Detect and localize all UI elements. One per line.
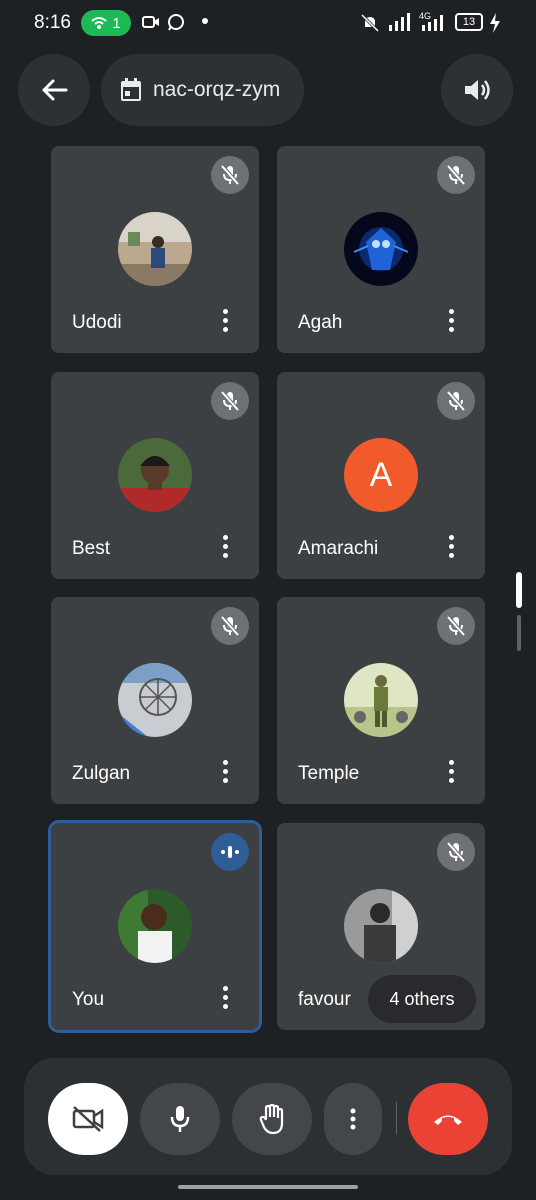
more-options-icon[interactable] [439, 306, 463, 334]
participant-tile[interactable]: Agah [277, 146, 485, 353]
video-notification-icon [142, 16, 159, 28]
participant-tile[interactable]: Zulgan [51, 597, 259, 804]
more-vert-icon [350, 1108, 356, 1130]
calendar-icon [121, 78, 141, 101]
mic-off-icon [437, 156, 475, 194]
participant-tile[interactable]: Udodi [51, 146, 259, 353]
battery-level: 13 [462, 16, 476, 28]
battery-indicator: 13 [455, 13, 483, 31]
raise-hand-button[interactable] [232, 1083, 312, 1155]
participant-name: You [72, 989, 105, 1010]
mic-icon [170, 1106, 190, 1132]
camera-toggle-button[interactable] [48, 1083, 128, 1155]
more-options-icon[interactable] [439, 532, 463, 560]
hotspot-icon [91, 17, 107, 29]
mic-off-icon [437, 833, 475, 871]
mic-off-icon [211, 156, 249, 194]
avatar [118, 212, 192, 286]
participant-tile[interactable]: favour 4 others [277, 823, 485, 1030]
participant-name: Temple [298, 763, 360, 784]
call-end-icon [434, 1115, 462, 1125]
mic-off-icon [211, 382, 249, 420]
divider [396, 1102, 397, 1134]
home-indicator[interactable] [178, 1185, 358, 1189]
video-off-icon [72, 1106, 104, 1132]
audio-output-button[interactable] [441, 54, 513, 126]
initial-avatar: A [344, 438, 418, 512]
call-controls-bar [24, 1058, 512, 1175]
avatar [344, 889, 418, 963]
end-call-button[interactable] [408, 1083, 488, 1155]
arrow-back-icon [42, 79, 68, 101]
more-options-icon[interactable] [213, 306, 237, 334]
more-options-button[interactable] [324, 1083, 382, 1155]
participant-name: Zulgan [72, 763, 131, 784]
avatar [344, 212, 418, 286]
participant-name: Amarachi [298, 538, 379, 559]
avatar [118, 663, 192, 737]
avatar [118, 438, 192, 512]
self-tile[interactable]: You [48, 820, 262, 1033]
volume-up-icon [465, 80, 490, 100]
avatar [344, 663, 418, 737]
more-options-icon[interactable] [213, 757, 237, 785]
avatar [118, 889, 192, 963]
scrollbar-thumb[interactable] [516, 572, 522, 608]
status-bar: 8:16 1 4G 13 [0, 0, 536, 46]
hotspot-count: 1 [112, 14, 121, 32]
participant-tile[interactable]: A Amarachi [277, 372, 485, 579]
others-chip[interactable]: 4 others [368, 975, 476, 1023]
charging-icon [490, 13, 500, 33]
participant-name: Udodi [72, 312, 122, 333]
mute-bell-icon [360, 13, 380, 33]
more-options-icon[interactable] [439, 757, 463, 785]
signal-2-icon [422, 15, 443, 31]
back-button[interactable] [18, 54, 90, 126]
more-options-icon[interactable] [213, 983, 237, 1011]
scrollbar-track[interactable] [517, 615, 521, 651]
mic-off-icon [211, 607, 249, 645]
hotspot-indicator: 1 [81, 10, 131, 36]
participant-name: Best [72, 538, 111, 559]
meeting-info-chip[interactable]: nac-orqz-zym [101, 54, 304, 126]
meeting-code: nac-orqz-zym [153, 78, 281, 101]
mic-toggle-button[interactable] [140, 1083, 220, 1155]
signal-icon [389, 13, 410, 31]
whatsapp-icon [168, 14, 184, 31]
participant-name: favour [298, 989, 351, 1010]
avatar-initial: A [369, 455, 393, 494]
mic-off-icon [437, 607, 475, 645]
notification-dot-icon [202, 18, 208, 24]
participant-tile[interactable]: Temple [277, 597, 485, 804]
participant-name: Agah [298, 312, 343, 333]
more-options-icon[interactable] [213, 532, 237, 560]
mic-off-icon [437, 382, 475, 420]
status-time: 8:16 [34, 12, 71, 33]
participant-tile[interactable]: Best [51, 372, 259, 579]
raise-hand-icon [259, 1103, 284, 1135]
speaking-indicator-icon [211, 833, 249, 871]
